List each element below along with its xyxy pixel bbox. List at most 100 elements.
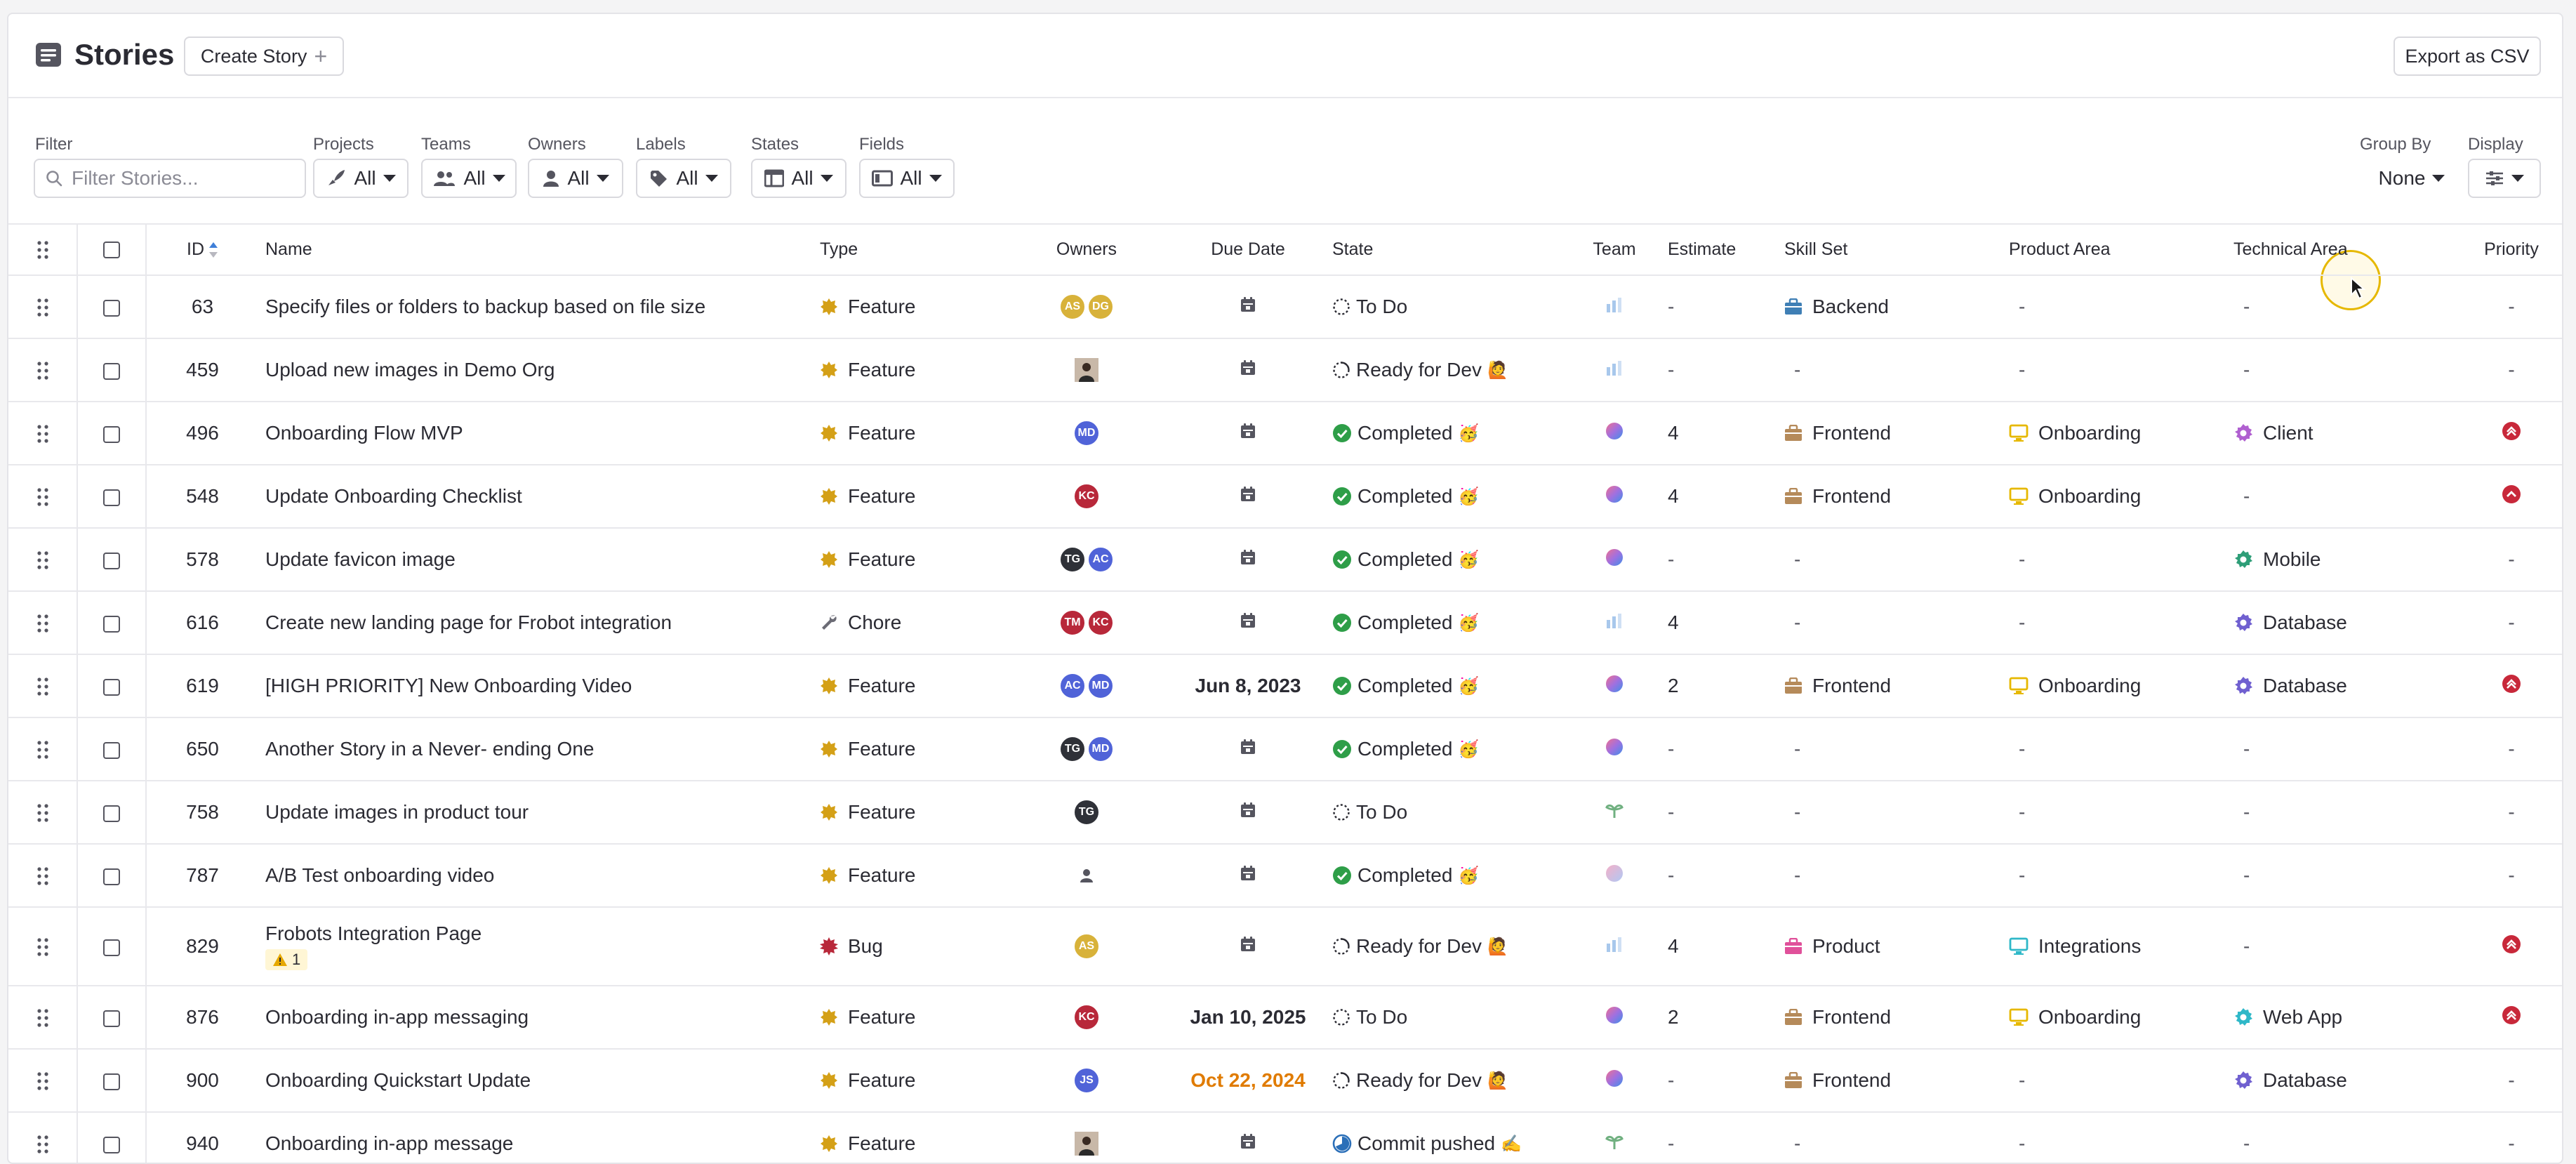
- owners-dropdown[interactable]: All: [528, 159, 623, 198]
- row-checkbox[interactable]: [103, 939, 120, 956]
- table-row[interactable]: 829 Frobots Integration Page 1 Bug AS Ready f…: [8, 907, 2562, 986]
- calendar-icon[interactable]: [1239, 548, 1257, 567]
- avatar[interactable]: KC: [1073, 483, 1100, 510]
- calendar-icon[interactable]: [1239, 296, 1257, 314]
- avatar[interactable]: KC: [1087, 609, 1114, 636]
- drag-handle-icon[interactable]: [36, 1007, 49, 1029]
- avatar[interactable]: AS: [1073, 933, 1100, 960]
- teams-dropdown[interactable]: All: [421, 159, 517, 198]
- story-name-link[interactable]: Create new landing page for Frobot integ…: [265, 611, 672, 633]
- owners-column-header[interactable]: Owners: [1009, 225, 1164, 276]
- avatar[interactable]: [1073, 1130, 1100, 1157]
- story-name-link[interactable]: Onboarding Flow MVP: [265, 422, 463, 444]
- due-date[interactable]: Oct 22, 2024: [1190, 1069, 1305, 1091]
- drag-handle-icon[interactable]: [36, 1134, 49, 1155]
- calendar-icon[interactable]: [1239, 359, 1257, 377]
- avatar[interactable]: MD: [1087, 736, 1114, 762]
- story-name-link[interactable]: Onboarding Quickstart Update: [265, 1069, 531, 1091]
- id-column-header[interactable]: ID: [146, 225, 258, 276]
- avatar[interactable]: [1073, 357, 1100, 383]
- projects-dropdown[interactable]: All: [313, 159, 409, 198]
- drag-handle-icon[interactable]: [36, 937, 49, 958]
- story-name-link[interactable]: Upload new images in Demo Org: [265, 359, 555, 381]
- table-row[interactable]: 63 Specify files or folders to backup bas…: [8, 275, 2562, 339]
- state-inner[interactable]: To Do: [1332, 296, 1571, 318]
- state-inner[interactable]: Ready for Dev 🙋: [1332, 935, 1571, 958]
- drag-handle-icon[interactable]: [36, 739, 49, 760]
- type-column-header[interactable]: Type: [820, 225, 1009, 276]
- avatar[interactable]: TG: [1059, 546, 1086, 573]
- drag-handle-icon[interactable]: [36, 423, 49, 444]
- table-row[interactable]: 496 Onboarding Flow MVP Feature MD Completed…: [8, 402, 2562, 465]
- state-inner[interactable]: Completed 🥳: [1332, 675, 1571, 697]
- state-inner[interactable]: To Do: [1332, 801, 1571, 824]
- due-date[interactable]: Jan 10, 2025: [1190, 1006, 1306, 1028]
- states-dropdown[interactable]: All: [751, 159, 847, 198]
- table-row[interactable]: 616 Create new landing page for Frobot in…: [8, 591, 2562, 655]
- technical-area-column-header[interactable]: Technical Area: [2233, 225, 2458, 276]
- story-name-link[interactable]: Onboarding in-app message: [265, 1132, 513, 1154]
- table-row[interactable]: 787 A/B Test onboarding video Feature Compl…: [8, 844, 2562, 908]
- table-row[interactable]: 619 [HIGH PRIORITY] New Onboarding Video F…: [8, 654, 2562, 718]
- state-column-header[interactable]: State: [1332, 225, 1571, 276]
- table-row[interactable]: 940 Onboarding in-app message Feature Commi…: [8, 1112, 2562, 1163]
- row-checkbox[interactable]: [103, 362, 120, 380]
- state-inner[interactable]: Commit pushed ✍️: [1332, 1132, 1571, 1155]
- calendar-icon[interactable]: [1239, 422, 1257, 440]
- name-column-header[interactable]: Name: [258, 225, 820, 276]
- state-inner[interactable]: Completed 🥳: [1332, 422, 1571, 444]
- drag-handle-icon[interactable]: [36, 550, 49, 571]
- table-row[interactable]: 758 Update images in product tour Feature T…: [8, 781, 2562, 845]
- select-all-checkbox[interactable]: [103, 242, 120, 259]
- table-row[interactable]: 548 Update Onboarding Checklist Feature KC C…: [8, 465, 2562, 529]
- state-inner[interactable]: Completed 🥳: [1332, 611, 1571, 634]
- calendar-icon[interactable]: [1239, 1132, 1257, 1151]
- avatar[interactable]: AC: [1059, 673, 1086, 699]
- calendar-icon[interactable]: [1239, 485, 1257, 503]
- row-checkbox[interactable]: [103, 741, 120, 759]
- calendar-icon[interactable]: [1239, 935, 1257, 953]
- state-inner[interactable]: Ready for Dev 🙋: [1332, 359, 1571, 381]
- drag-handle-icon[interactable]: [36, 802, 49, 824]
- product-area-column-header[interactable]: Product Area: [2009, 225, 2233, 276]
- search-field[interactable]: [34, 159, 306, 198]
- due-date-column-header[interactable]: Due Date: [1164, 225, 1332, 276]
- drag-handle-icon[interactable]: [36, 613, 49, 634]
- priority-column-header[interactable]: Priority: [2458, 225, 2562, 276]
- story-name-link[interactable]: Onboarding in-app messaging: [265, 1006, 529, 1028]
- row-checkbox[interactable]: [103, 868, 120, 885]
- avatar[interactable]: DG: [1087, 293, 1114, 320]
- avatar[interactable]: [1073, 862, 1100, 889]
- create-story-button[interactable]: Create Story +: [184, 37, 344, 76]
- state-inner[interactable]: Completed 🥳: [1332, 738, 1571, 760]
- estimate-column-header[interactable]: Estimate: [1658, 225, 1784, 276]
- avatar[interactable]: MD: [1087, 673, 1114, 699]
- row-checkbox[interactable]: [103, 552, 120, 569]
- story-name-link[interactable]: [HIGH PRIORITY] New Onboarding Video: [265, 675, 632, 696]
- story-name-link[interactable]: Specify files or folders to backup based…: [265, 296, 705, 317]
- table-row[interactable]: 650 Another Story in a Never- ending One F…: [8, 717, 2562, 781]
- story-name-link[interactable]: A/B Test onboarding video: [265, 864, 494, 886]
- table-row[interactable]: 459 Upload new images in Demo Org Feature R…: [8, 338, 2562, 402]
- row-checkbox[interactable]: [103, 678, 120, 696]
- avatar[interactable]: MD: [1073, 420, 1100, 447]
- story-name-link[interactable]: Another Story in a Never- ending One: [265, 738, 594, 760]
- drag-handle-icon[interactable]: [36, 297, 49, 318]
- warning-badge[interactable]: 1: [265, 949, 308, 970]
- row-checkbox[interactable]: [103, 489, 120, 506]
- avatar[interactable]: AS: [1059, 293, 1086, 320]
- row-checkbox[interactable]: [103, 1010, 120, 1027]
- state-inner[interactable]: Completed 🥳: [1332, 485, 1571, 508]
- state-inner[interactable]: Completed 🥳: [1332, 864, 1571, 887]
- drag-handle-icon[interactable]: [36, 239, 49, 260]
- state-inner[interactable]: To Do: [1332, 1006, 1571, 1029]
- row-checkbox[interactable]: [103, 615, 120, 633]
- state-inner[interactable]: Completed 🥳: [1332, 548, 1571, 571]
- state-inner[interactable]: Ready for Dev 🙋: [1332, 1069, 1571, 1092]
- story-name-link[interactable]: Update favicon image: [265, 548, 456, 570]
- row-checkbox[interactable]: [103, 1136, 120, 1153]
- avatar[interactable]: TG: [1073, 799, 1100, 826]
- labels-dropdown[interactable]: All: [636, 159, 731, 198]
- export-csv-button[interactable]: Export as CSV: [2394, 37, 2541, 76]
- table-row[interactable]: 900 Onboarding Quickstart Update Feature JS…: [8, 1049, 2562, 1113]
